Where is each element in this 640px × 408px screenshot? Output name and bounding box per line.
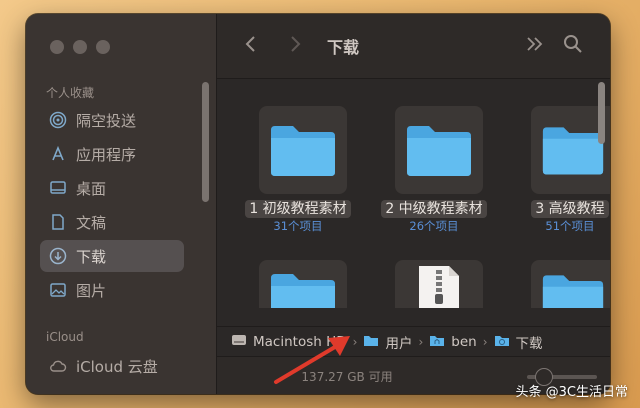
folder-icon bbox=[541, 122, 605, 182]
search-button[interactable] bbox=[561, 34, 585, 58]
zip-archive-icon bbox=[417, 264, 461, 308]
file-count: 51个项目 bbox=[545, 219, 595, 233]
sidebar-item-airdrop[interactable]: 隔空投送 bbox=[40, 104, 184, 136]
file-item[interactable]: 1 初级教程素材 31个项目 bbox=[233, 94, 363, 234]
icloud-section-title: iCloud bbox=[46, 330, 84, 344]
download-icon bbox=[48, 246, 68, 266]
applications-icon bbox=[48, 144, 68, 164]
sidebar-item-label: iCloud 云盘 bbox=[76, 357, 158, 376]
forward-button[interactable] bbox=[283, 34, 307, 58]
sidebar-item-label: 图片 bbox=[76, 281, 107, 300]
more-toolbar-button[interactable] bbox=[523, 34, 547, 58]
double-chevron-icon bbox=[525, 35, 545, 57]
sidebar-item-downloads[interactable]: 下载 bbox=[40, 240, 184, 272]
path-crumb-label: ben bbox=[451, 334, 477, 350]
chevron-left-icon bbox=[244, 35, 258, 57]
sidebar-scrollbar[interactable] bbox=[202, 82, 209, 202]
sidebar-item-label: 应用程序 bbox=[76, 145, 137, 164]
search-icon bbox=[563, 34, 583, 58]
sidebar-item-label: 桌面 bbox=[76, 179, 107, 198]
window-title: 下载 bbox=[327, 38, 360, 57]
watermark: 头条 @3C生活日常 bbox=[515, 385, 628, 400]
path-crumb-label: 用户 bbox=[385, 336, 413, 352]
chevron-right-icon bbox=[288, 35, 302, 57]
sidebar-item-icloud-drive[interactable]: iCloud 云盘 bbox=[40, 350, 184, 382]
sidebar-item-desktop[interactable]: 桌面 bbox=[40, 172, 184, 204]
sidebar: 个人收藏 隔空投送 应用程序 桌面 文稿 下载 图片 iCloud iCloud… bbox=[26, 14, 217, 394]
sidebar-item-documents[interactable]: 文稿 bbox=[40, 206, 184, 238]
folder-icon bbox=[269, 122, 337, 182]
toolbar: 下载 bbox=[217, 14, 610, 79]
file-item[interactable] bbox=[233, 248, 363, 308]
zoom-button[interactable] bbox=[96, 40, 110, 54]
back-button[interactable] bbox=[239, 34, 263, 58]
file-name: 1 初级教程素材 bbox=[245, 200, 351, 218]
file-item[interactable] bbox=[369, 248, 499, 308]
window-controls bbox=[50, 40, 110, 54]
annotation-arrow-icon bbox=[274, 336, 350, 384]
airdrop-icon bbox=[48, 110, 68, 130]
sidebar-item-label: 文稿 bbox=[76, 213, 107, 232]
folder-icon bbox=[541, 270, 605, 308]
file-item[interactable]: 3 高级教程 51个项目 bbox=[505, 94, 610, 234]
sidebar-item-pictures[interactable]: 图片 bbox=[40, 274, 184, 306]
desktop-icon bbox=[48, 178, 68, 198]
favorites-section-title: 个人收藏 bbox=[46, 86, 95, 100]
close-button[interactable] bbox=[50, 40, 64, 54]
file-name: 3 高级教程 bbox=[531, 200, 609, 218]
main-scrollbar[interactable] bbox=[598, 82, 605, 144]
hard-drive-icon bbox=[231, 333, 247, 351]
file-item[interactable]: 2 中级教程素材 26个项目 bbox=[369, 94, 499, 234]
file-name: 2 中级教程素材 bbox=[381, 200, 487, 218]
downloads-folder-icon bbox=[494, 334, 510, 351]
chevron-right-icon: › bbox=[482, 335, 488, 349]
minimize-button[interactable] bbox=[73, 40, 87, 54]
sidebar-item-label: 隔空投送 bbox=[76, 111, 137, 130]
path-crumb-label: 下载 bbox=[515, 336, 543, 352]
sidebar-item-label: 下载 bbox=[76, 247, 107, 266]
path-crumb-users[interactable]: 用户 bbox=[363, 332, 412, 352]
cloud-icon bbox=[48, 356, 68, 376]
folder-icon bbox=[405, 122, 473, 182]
folder-icon bbox=[269, 270, 337, 308]
documents-icon bbox=[48, 212, 68, 232]
sidebar-item-applications[interactable]: 应用程序 bbox=[40, 138, 184, 170]
path-crumb-downloads[interactable]: 下载 bbox=[494, 332, 543, 352]
pictures-icon bbox=[48, 280, 68, 300]
file-count: 26个项目 bbox=[409, 219, 459, 233]
file-item[interactable] bbox=[505, 248, 610, 308]
path-crumb-home[interactable]: ben bbox=[429, 334, 477, 351]
chevron-right-icon: › bbox=[418, 335, 424, 349]
file-grid: 1 初级教程素材 31个项目 2 中级教程素材 26个项目 3 高级教程 51个… bbox=[217, 78, 610, 308]
file-count: 31个项目 bbox=[273, 219, 323, 233]
home-folder-icon bbox=[429, 334, 445, 351]
folder-icon bbox=[363, 334, 379, 351]
